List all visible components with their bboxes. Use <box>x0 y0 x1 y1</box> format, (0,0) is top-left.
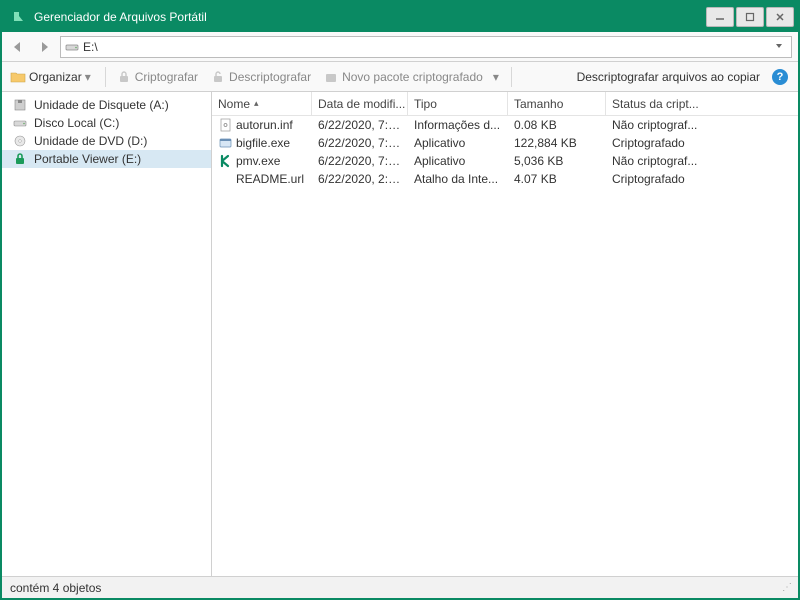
decrypt-button[interactable]: Descriptografar <box>208 67 313 87</box>
file-type: Informações d... <box>408 118 508 132</box>
chevron-down-icon: ▾ <box>85 70 95 84</box>
content-area: Unidade de Disquete (A:) Disco Local (C:… <box>2 92 798 576</box>
file-size: 4.07 KB <box>508 172 606 186</box>
tree-label: Unidade de DVD (D:) <box>34 134 147 148</box>
exe-file-icon <box>218 136 232 150</box>
col-status[interactable]: Status da cript... <box>606 92 726 115</box>
tree-label: Unidade de Disquete (A:) <box>34 98 169 112</box>
divider <box>511 67 512 87</box>
file-status: Criptografado <box>606 136 726 150</box>
file-modified: 6/22/2020, 7:5... <box>312 154 408 168</box>
column-headers: Nome ▴ Data de modifi... Tipo Tamanho St… <box>212 92 798 116</box>
decrypt-on-copy-toggle[interactable]: Descriptografar arquivos ao copiar <box>577 70 764 84</box>
back-button[interactable] <box>8 37 30 57</box>
maximize-button[interactable] <box>736 7 764 27</box>
floppy-icon <box>12 98 28 112</box>
k-exe-icon <box>218 154 232 168</box>
inf-file-icon <box>218 118 232 132</box>
tree-item-disk-c[interactable]: Disco Local (C:) <box>2 114 211 132</box>
file-modified: 6/22/2020, 2:4... <box>312 172 408 186</box>
file-row[interactable]: README.url 6/22/2020, 2:4... Atalho da I… <box>212 170 798 188</box>
lock-drive-icon <box>12 152 28 166</box>
divider <box>105 67 106 87</box>
navbar: E:\ <box>2 32 798 62</box>
encrypt-button[interactable]: Criptografar <box>114 67 200 87</box>
col-label: Nome <box>218 97 250 111</box>
file-name: pmv.exe <box>236 154 280 168</box>
col-size[interactable]: Tamanho <box>508 92 606 115</box>
dvd-icon <box>12 134 28 148</box>
lock-icon <box>116 69 132 85</box>
titlebar: Gerenciador de Arquivos Portátil <box>2 2 798 32</box>
resize-grip[interactable]: ⋰ <box>782 582 790 593</box>
status-text: contém 4 objetos <box>10 581 101 595</box>
package-icon <box>323 69 339 85</box>
help-icon[interactable]: ? <box>772 69 788 85</box>
drive-icon <box>65 40 79 54</box>
sort-asc-icon: ▴ <box>254 98 259 109</box>
file-size: 122,884 KB <box>508 136 606 150</box>
toolbar: Organizar ▾ Criptografar Descriptografar… <box>2 62 798 92</box>
app-icon <box>10 8 28 26</box>
window-controls <box>706 7 794 27</box>
unlock-icon <box>210 69 226 85</box>
file-row[interactable]: autorun.inf 6/22/2020, 7:5... Informaçõe… <box>212 116 798 134</box>
tree-label: Disco Local (C:) <box>34 116 119 130</box>
file-row[interactable]: bigfile.exe 6/22/2020, 7:5... Aplicativo… <box>212 134 798 152</box>
file-size: 0.08 KB <box>508 118 606 132</box>
window-title: Gerenciador de Arquivos Portátil <box>34 10 706 24</box>
address-dropdown[interactable] <box>771 40 787 54</box>
file-name: README.url <box>236 172 304 186</box>
file-type: Atalho da Inte... <box>408 172 508 186</box>
drive-icon <box>12 116 28 130</box>
file-row[interactable]: pmv.exe 6/22/2020, 7:5... Aplicativo 5,0… <box>212 152 798 170</box>
tree-item-portable-e[interactable]: Portable Viewer (E:) <box>2 150 211 168</box>
col-modified[interactable]: Data de modifi... <box>312 92 408 115</box>
file-size: 5,036 KB <box>508 154 606 168</box>
minimize-button[interactable] <box>706 7 734 27</box>
col-type[interactable]: Tipo <box>408 92 508 115</box>
statusbar: contém 4 objetos ⋰ <box>2 576 798 598</box>
address-bar[interactable]: E:\ <box>60 36 792 58</box>
tree-item-floppy-a[interactable]: Unidade de Disquete (A:) <box>2 96 211 114</box>
file-modified: 6/22/2020, 7:5... <box>312 118 408 132</box>
col-name[interactable]: Nome ▴ <box>212 92 312 115</box>
tree-item-dvd-d[interactable]: Unidade de DVD (D:) <box>2 132 211 150</box>
chevron-down-icon[interactable]: ▾ <box>493 70 503 84</box>
organize-button[interactable]: Organizar ▾ <box>8 67 97 87</box>
file-modified: 6/22/2020, 7:5... <box>312 136 408 150</box>
list-body: autorun.inf 6/22/2020, 7:5... Informaçõe… <box>212 116 798 576</box>
file-status: Não criptograf... <box>606 118 726 132</box>
file-type: Aplicativo <box>408 154 508 168</box>
encrypt-label: Criptografar <box>135 70 198 84</box>
folder-icon <box>10 69 26 85</box>
close-button[interactable] <box>766 7 794 27</box>
file-list: Nome ▴ Data de modifi... Tipo Tamanho St… <box>212 92 798 576</box>
path-text: E:\ <box>83 40 771 54</box>
tree-label: Portable Viewer (E:) <box>34 152 141 166</box>
file-status: Não criptograf... <box>606 154 726 168</box>
file-status: Criptografado <box>606 172 726 186</box>
new-package-button[interactable]: Novo pacote criptografado <box>321 67 485 87</box>
forward-button[interactable] <box>34 37 56 57</box>
file-type: Aplicativo <box>408 136 508 150</box>
file-name: bigfile.exe <box>236 136 290 150</box>
new-package-label: Novo pacote criptografado <box>342 70 483 84</box>
organize-label: Organizar <box>29 70 82 84</box>
app-window: Gerenciador de Arquivos Portátil E:\ <box>0 0 800 600</box>
url-file-icon <box>218 172 232 186</box>
decrypt-label: Descriptografar <box>229 70 311 84</box>
file-name: autorun.inf <box>236 118 293 132</box>
drive-tree: Unidade de Disquete (A:) Disco Local (C:… <box>2 92 212 576</box>
